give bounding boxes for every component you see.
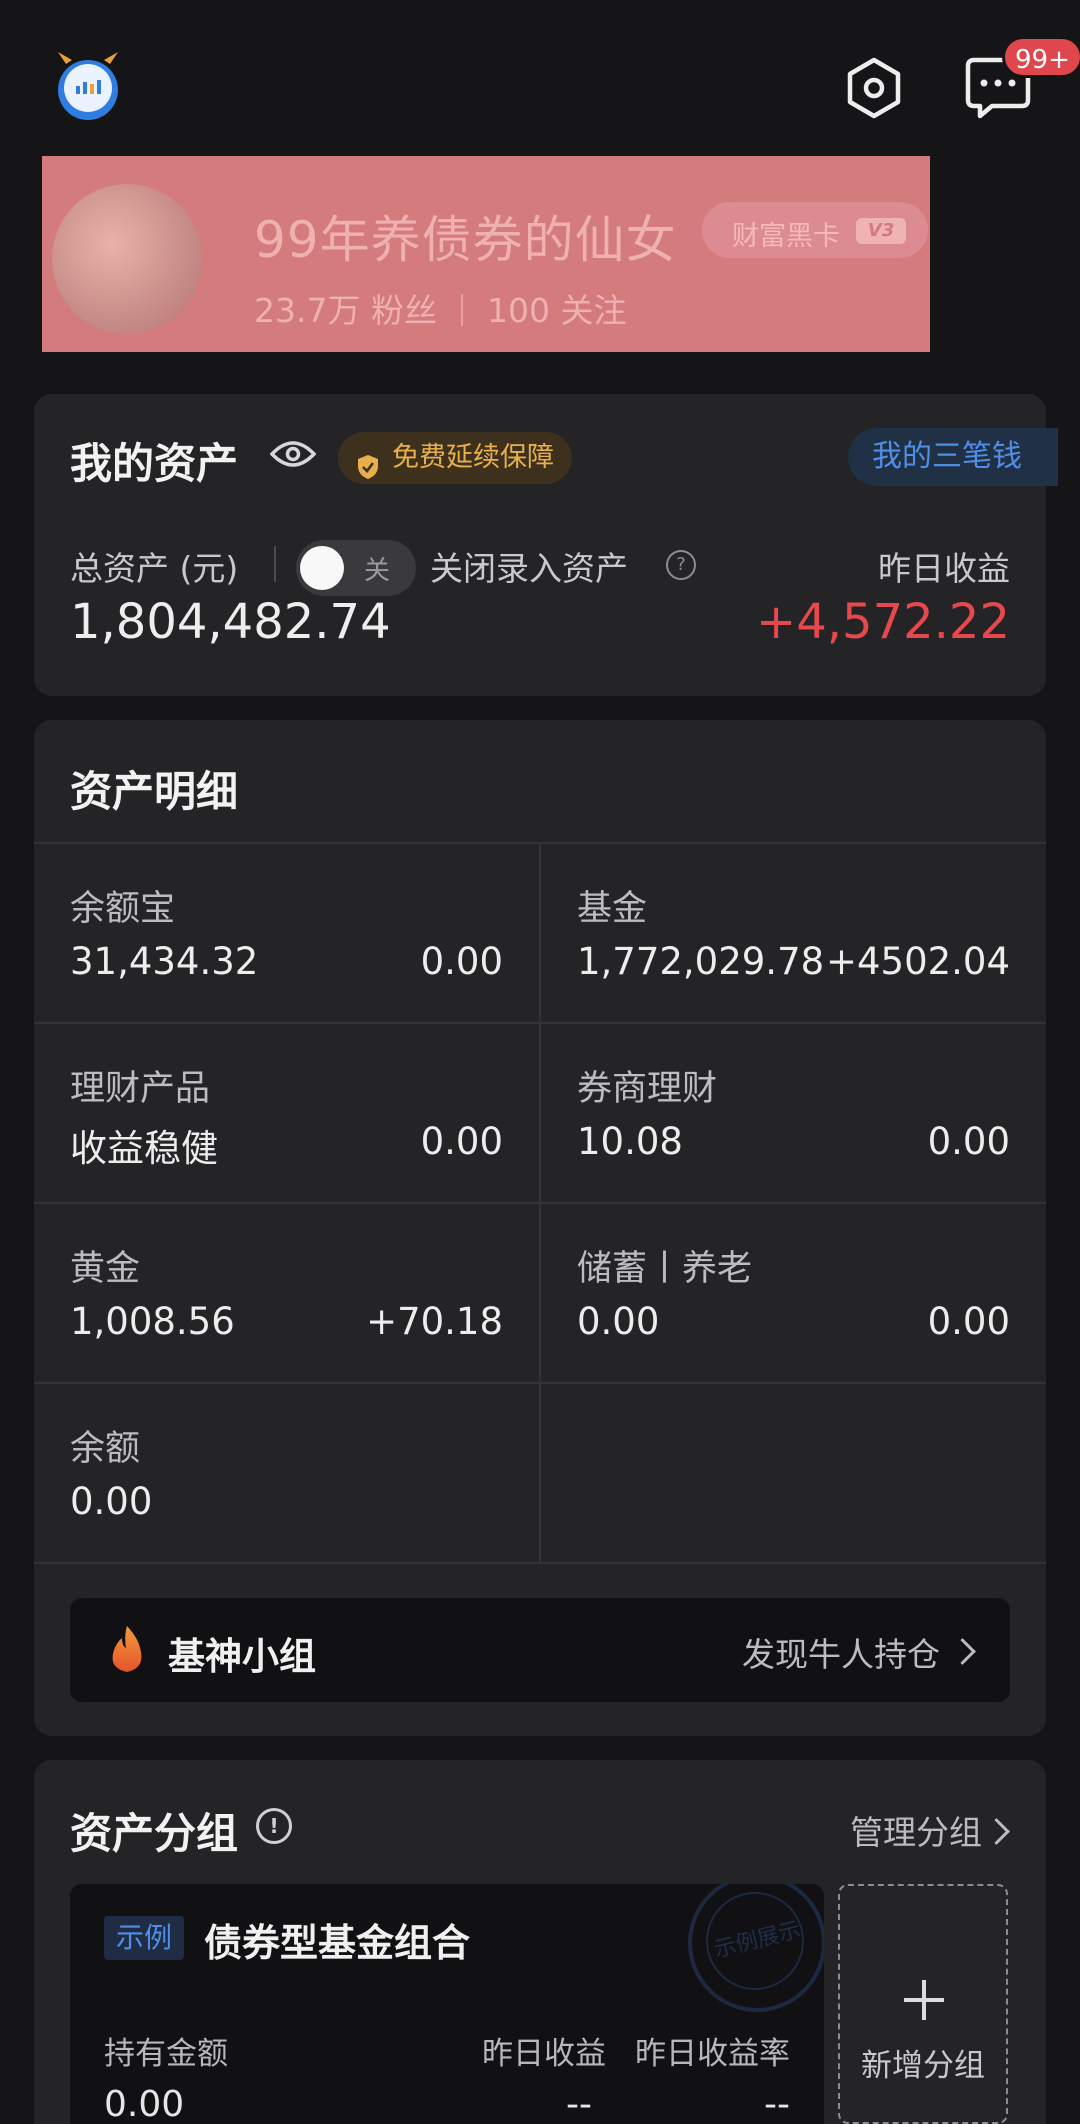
asset-item-value: 31,434.32: [70, 940, 259, 983]
asset-item-value: 收益稳健: [70, 1127, 218, 1170]
chevron-right-icon: [983, 1818, 1010, 1845]
divider: [274, 546, 276, 582]
add-group-button[interactable]: 新增分组: [838, 1884, 1008, 2124]
app-logo: [52, 50, 124, 122]
shield-check-icon: [356, 446, 380, 479]
asset-item-value: 1,008.56: [70, 1300, 235, 1343]
yesterday-earnings-label: 昨日收益: [878, 549, 1010, 588]
asset-detail-card: 资产明细 余额宝 31,434.32 0.00 基金 1,772,029.78 …: [34, 720, 1046, 1736]
asset-item-value: 10.08: [577, 1120, 683, 1163]
asset-item-change: 0.00: [420, 940, 503, 983]
divider: [460, 294, 463, 326]
divider: [34, 1562, 1046, 1564]
manage-groups-link[interactable]: 管理分组: [850, 1806, 982, 1854]
asset-item-gold[interactable]: 黄金 1,008.56 +70.18: [34, 1204, 539, 1382]
asset-item-label: 理财产品: [70, 1069, 211, 1109]
toggle-knob: [300, 546, 344, 590]
avatar[interactable]: [52, 184, 202, 334]
asset-item-value: 1,772,029.78: [577, 940, 825, 983]
asset-item-value: 0.00: [70, 1480, 153, 1523]
asset-item-change: +70.18: [366, 1300, 503, 1343]
asset-item-label: 余额: [70, 1429, 141, 1469]
vip-badge[interactable]: 财富黑卡 V3: [702, 202, 928, 258]
yesterday-earnings-value: --: [566, 2084, 592, 2124]
asset-item-label: 基金: [577, 889, 648, 929]
fund-group-title: 基神小组: [168, 1635, 316, 1678]
toggle-state: 关: [364, 556, 391, 586]
chevron-right-icon: [949, 1638, 976, 1665]
example-group-card[interactable]: 示例展示 示例 债券型基金组合 持有金额 昨日收益 昨日收益率 0.00 -- …: [70, 1884, 824, 2124]
asset-item-change: 0.00: [420, 1120, 503, 1163]
asset-item-broker-wealth[interactable]: 券商理财 10.08 0.00: [541, 1024, 1046, 1202]
asset-item-label: 余额宝: [70, 889, 176, 929]
asset-item-savings-pension[interactable]: 储蓄丨养老 0.00 0.00: [541, 1204, 1046, 1382]
asset-item-change: 0.00: [927, 1120, 1010, 1163]
settings-icon[interactable]: [842, 56, 906, 120]
total-assets-value: 1,804,482.74: [70, 594, 391, 650]
following-count[interactable]: 100 关注: [487, 291, 626, 330]
asset-detail-title: 资产明细: [70, 767, 239, 816]
record-assets-toggle[interactable]: 关: [296, 540, 416, 596]
yesterday-rate-label: 昨日收益率: [635, 2036, 790, 2072]
yesterday-earnings-value: +4,572.22: [756, 594, 1010, 650]
asset-item-label: 券商理财: [577, 1069, 718, 1109]
yesterday-earnings-label: 昨日收益: [482, 2036, 606, 2072]
hold-amount-label: 持有金额: [104, 2036, 228, 2072]
guarantee-label: 免费延续保障: [392, 442, 554, 473]
fund-group-banner[interactable]: 基神小组 发现牛人持仓: [70, 1598, 1010, 1702]
my-assets-title: 我的资产: [70, 439, 239, 488]
eye-icon[interactable]: [269, 438, 317, 470]
asset-groups-title: 资产分组: [70, 1809, 239, 1858]
total-assets-label: 总资产 (元): [70, 549, 239, 588]
yesterday-rate-value: --: [764, 2084, 790, 2124]
guarantee-badge[interactable]: 免费延续保障: [338, 432, 572, 484]
asset-item-label: 储蓄丨养老: [577, 1249, 753, 1289]
hold-amount-value: 0.00: [104, 2084, 185, 2124]
vip-level: V3: [856, 218, 906, 244]
profile-banner[interactable]: 99年养债券的仙女 财富黑卡 V3 23.7万 粉丝 100 关注: [42, 156, 930, 352]
profile-stats: 23.7万 粉丝 100 关注: [254, 284, 626, 332]
asset-item-balance[interactable]: 余额 0.00: [34, 1384, 539, 1562]
example-group-title: 债券型基金组合: [204, 1921, 471, 1965]
asset-item-value: 0.00: [577, 1300, 660, 1343]
info-icon[interactable]: !: [256, 1808, 292, 1844]
plus-icon: [902, 1978, 946, 2022]
example-tag: 示例: [104, 1916, 185, 1960]
add-group-label: 新增分组: [861, 2048, 985, 2084]
three-money-button[interactable]: 我的三笔钱: [848, 428, 1058, 486]
help-icon[interactable]: ?: [666, 550, 696, 580]
asset-item-wealth-product[interactable]: 理财产品 收益稳健 0.00: [34, 1024, 539, 1202]
asset-item-change: +4502.04: [825, 940, 1010, 983]
vip-label: 财富黑卡: [732, 221, 840, 252]
profile-name: 99年养债券的仙女: [254, 211, 677, 269]
toggle-description: 关闭录入资产: [430, 549, 628, 588]
message-badge: 99+: [1002, 36, 1080, 78]
my-assets-card: 我的资产 免费延续保障 我的三笔钱 总资产 (元) 关 关闭录入资产 ? 昨日收…: [34, 394, 1058, 696]
discover-holdings-link[interactable]: 发现牛人持仓: [742, 1628, 940, 1676]
sample-stamp: 示例展示: [688, 1884, 824, 2012]
asset-item-fund[interactable]: 基金 1,772,029.78 +4502.04: [541, 844, 1046, 1022]
flame-icon: [108, 1624, 146, 1674]
asset-item-label: 黄金: [70, 1249, 141, 1289]
asset-groups-card: 资产分组 ! 管理分组 示例展示 示例 债券型基金组合 持有金额 昨日收益 昨日…: [34, 1760, 1046, 2124]
asset-item-change: 0.00: [927, 1300, 1010, 1343]
fans-count[interactable]: 23.7万 粉丝: [254, 291, 437, 330]
asset-item-yuebao[interactable]: 余额宝 31,434.32 0.00: [34, 844, 539, 1022]
